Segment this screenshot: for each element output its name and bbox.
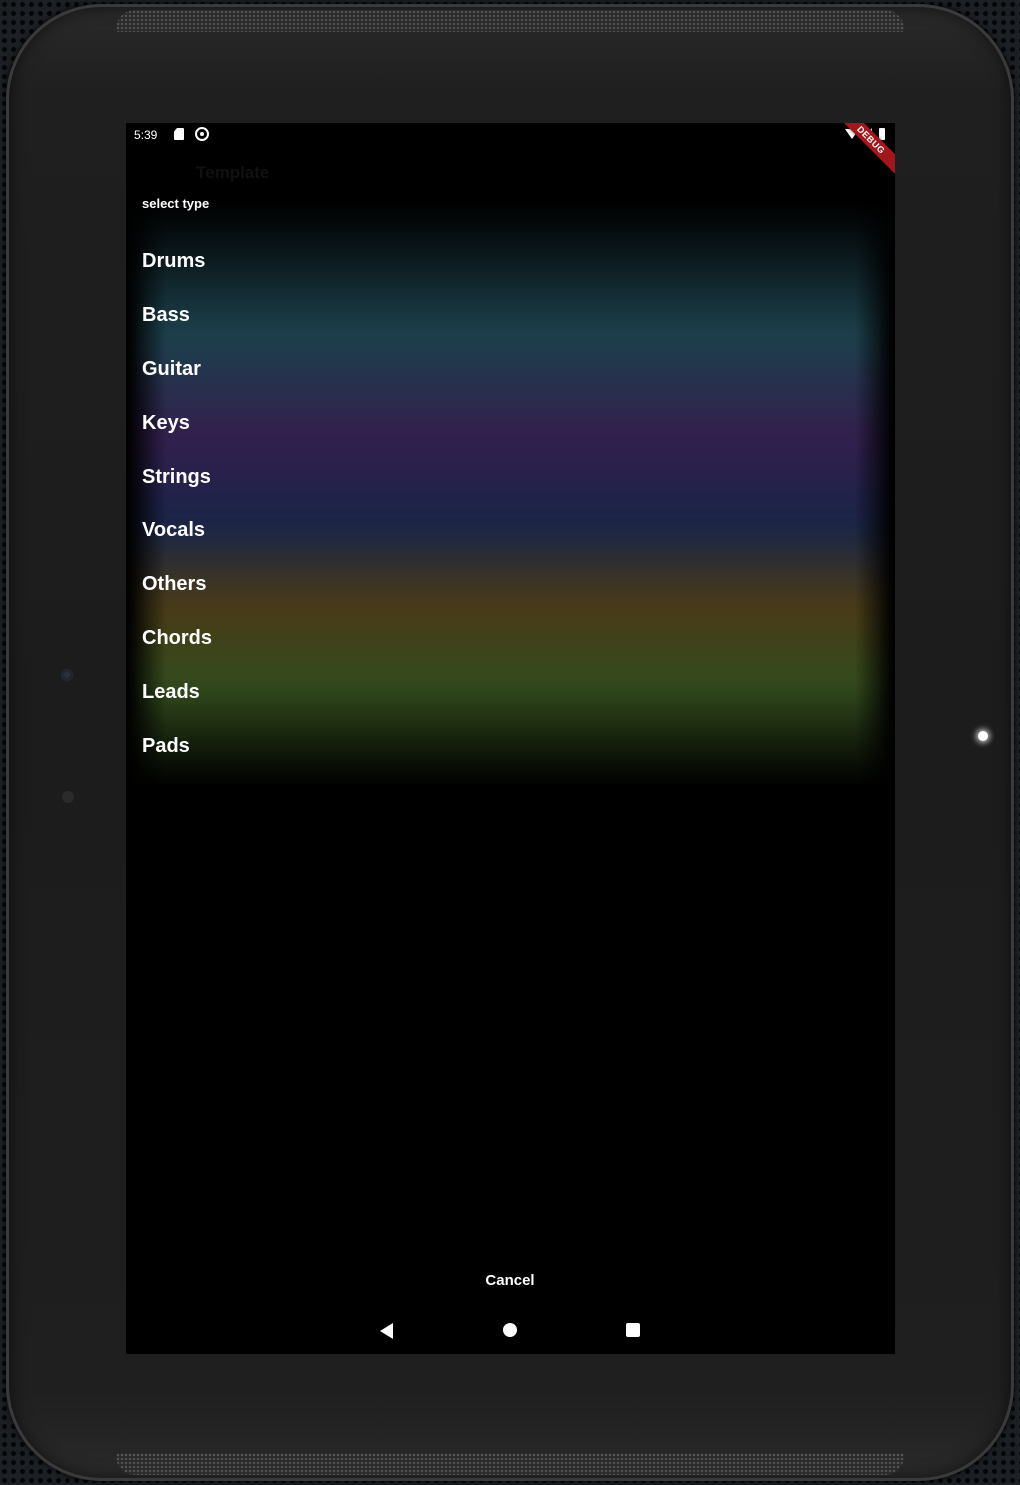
sd-card-icon (174, 128, 184, 140)
status-time: 5:39 (134, 128, 158, 142)
sync-icon (195, 127, 209, 141)
dialog-title: select type (142, 196, 210, 211)
indicator-light (978, 731, 988, 741)
type-option-bass[interactable]: Bass (126, 288, 895, 342)
type-options-list: Drums Bass Guitar Keys Strings Vocals Ot… (126, 234, 895, 773)
back-icon[interactable] (380, 1323, 393, 1339)
recents-icon[interactable] (626, 1323, 640, 1337)
system-nav-bar (126, 1313, 895, 1353)
home-icon[interactable] (503, 1323, 517, 1337)
app-screen: 5:39 DEBUG Template select type Drums Ba… (126, 123, 895, 1354)
speaker-grille-bottom (116, 1453, 904, 1475)
cancel-button[interactable]: Cancel (470, 1262, 550, 1298)
app-bar-title: Template (196, 163, 270, 182)
type-option-vocals[interactable]: Vocals (126, 503, 895, 557)
speaker-grille-top (116, 10, 904, 32)
type-option-pads[interactable]: Pads (126, 719, 895, 773)
type-option-keys[interactable]: Keys (126, 396, 895, 450)
type-option-drums[interactable]: Drums (126, 234, 895, 288)
type-option-strings[interactable]: Strings (126, 450, 895, 504)
sensor-dot (62, 791, 74, 803)
status-bar: 5:39 (126, 123, 895, 149)
type-option-guitar[interactable]: Guitar (126, 342, 895, 396)
type-option-chords[interactable]: Chords (126, 611, 895, 665)
type-option-others[interactable]: Others (126, 557, 895, 611)
camera-lens (61, 669, 73, 681)
type-option-leads[interactable]: Leads (126, 665, 895, 719)
